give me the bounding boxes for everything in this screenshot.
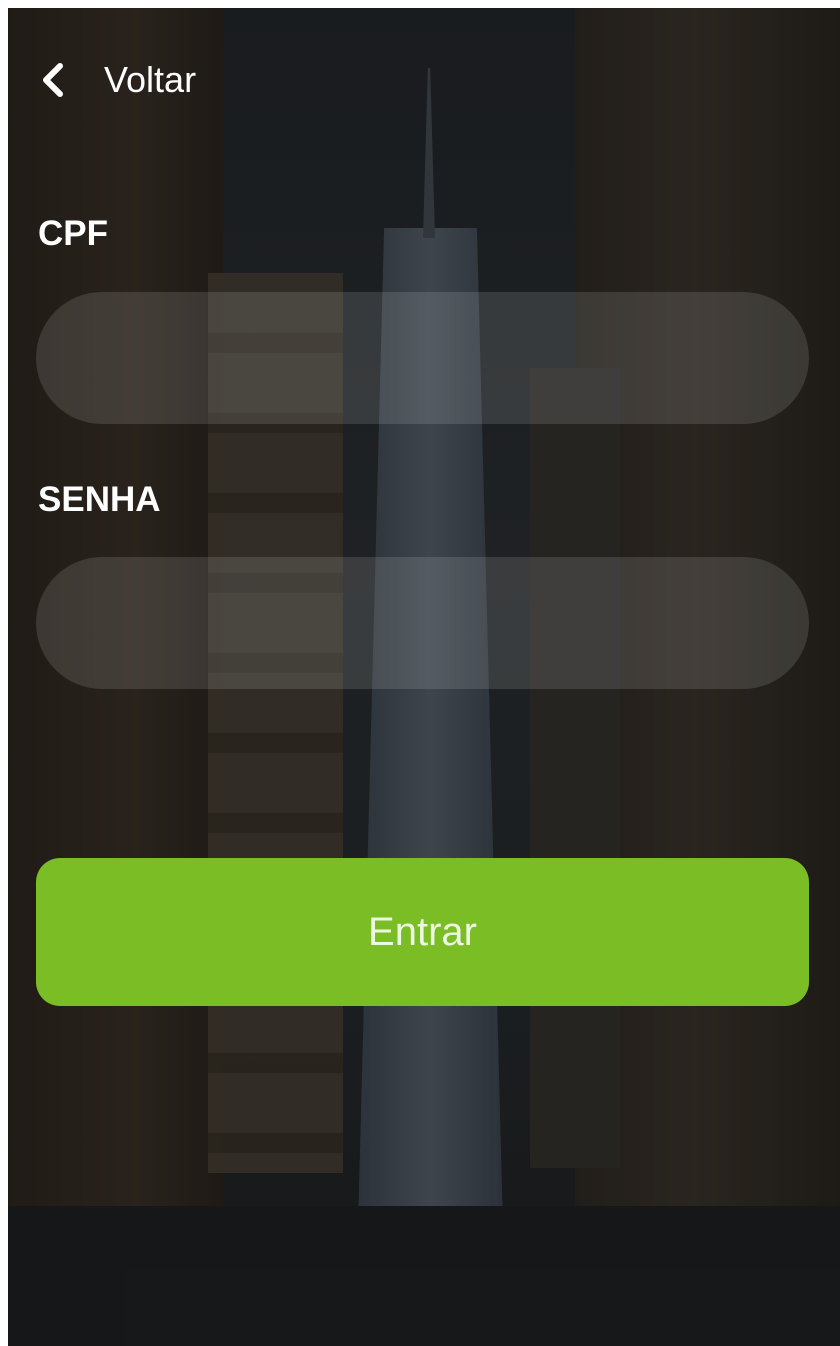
back-label: Voltar xyxy=(104,59,197,100)
login-screen: Voltar CPF SENHA Entrar xyxy=(8,8,840,1346)
chevron-left-icon xyxy=(40,60,68,100)
senha-label: SENHA xyxy=(38,480,161,519)
entrar-button[interactable]: Entrar xyxy=(36,858,809,1006)
back-button[interactable]: Voltar xyxy=(40,50,196,110)
senha-input[interactable] xyxy=(36,557,809,689)
cpf-label: CPF xyxy=(38,214,108,253)
cpf-input[interactable] xyxy=(36,292,809,424)
